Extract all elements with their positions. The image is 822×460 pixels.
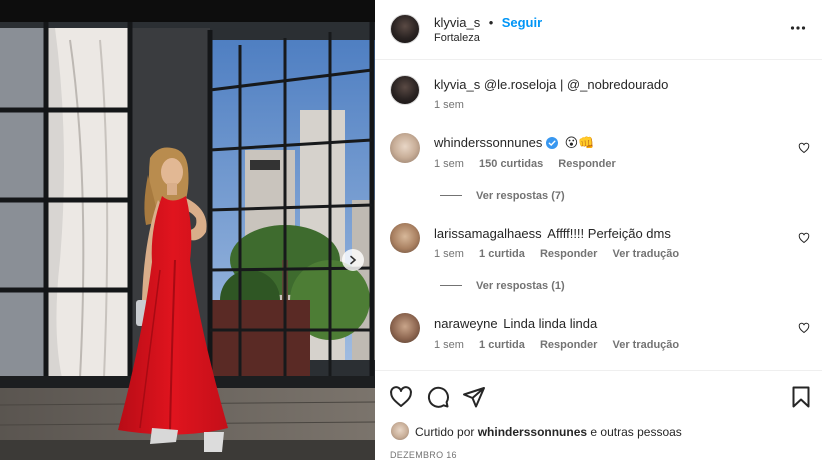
heart-icon[interactable] xyxy=(798,232,810,244)
more-icon[interactable] xyxy=(790,20,806,36)
post-date[interactable]: DEZEMBRO 16 xyxy=(390,450,457,460)
view-replies-button[interactable]: Ver respostas (7) xyxy=(440,190,565,202)
avatar[interactable] xyxy=(390,223,420,253)
caption-avatar[interactable] xyxy=(390,75,420,105)
comment-likes[interactable]: 1 curtida xyxy=(479,248,525,260)
reply-button[interactable]: Responder xyxy=(540,248,597,260)
avatar[interactable] xyxy=(390,313,420,343)
comment-time[interactable]: 1 sem xyxy=(434,339,464,351)
post-header: klyvia_s • Seguir Fortaleza xyxy=(375,0,822,60)
view-replies-button[interactable]: Ver respostas (1) xyxy=(440,280,565,292)
post-location[interactable]: Fortaleza xyxy=(434,32,480,44)
bookmark-icon[interactable] xyxy=(789,385,813,409)
chevron-right-icon xyxy=(350,255,357,265)
comment-likes[interactable]: 1 curtida xyxy=(479,339,525,351)
comment-text: Affff!!!! Perfeição dms xyxy=(547,226,671,241)
comment-username[interactable]: larissamagalhaess xyxy=(434,226,542,241)
reply-button[interactable]: Responder xyxy=(558,158,615,170)
caption-text[interactable]: @le.roseloja | @_nobredourado xyxy=(484,77,668,92)
caption: klyvia_s @le.roseloja | @_nobredourado xyxy=(434,77,668,92)
view-replies-label: Ver respostas (7) xyxy=(476,190,565,202)
post-photo xyxy=(0,0,375,460)
comment-username[interactable]: whinderssonnunes xyxy=(434,135,542,150)
avatar[interactable] xyxy=(390,14,420,44)
comment-text: 😮👊 xyxy=(564,135,595,150)
translate-button[interactable]: Ver tradução xyxy=(612,248,679,260)
comment-text: Linda linda linda xyxy=(503,316,598,331)
liker-avatar[interactable] xyxy=(391,422,409,440)
share-icon[interactable] xyxy=(462,385,486,409)
replies-divider xyxy=(440,195,462,196)
caption-username[interactable]: klyvia_s xyxy=(434,77,480,92)
liked-by: Curtido por whinderssonnunes e outras pe… xyxy=(415,425,682,439)
reply-button[interactable]: Responder xyxy=(540,339,597,351)
heart-icon[interactable] xyxy=(798,142,810,154)
carousel-next-button[interactable] xyxy=(342,249,364,271)
comment-icon[interactable] xyxy=(426,385,450,409)
liked-by-prefix: Curtido por xyxy=(415,425,475,439)
comment-time[interactable]: 1 sem xyxy=(434,158,464,170)
post-side-panel: klyvia_s • Seguir Fortaleza klyvia_s @le… xyxy=(375,0,822,460)
heart-icon[interactable] xyxy=(798,322,810,334)
caption-time[interactable]: 1 sem xyxy=(434,99,464,111)
header-separator: • xyxy=(488,15,494,30)
owner-username[interactable]: klyvia_s xyxy=(434,15,480,30)
liked-by-suffix[interactable]: e outras pessoas xyxy=(590,425,681,439)
verified-icon xyxy=(546,137,559,149)
liked-by-user[interactable]: whinderssonnunes xyxy=(478,425,587,439)
translate-button[interactable]: Ver tradução xyxy=(612,339,679,351)
photo-scene xyxy=(0,0,375,460)
comment-time[interactable]: 1 sem xyxy=(434,248,464,260)
replies-divider xyxy=(440,285,462,286)
avatar[interactable] xyxy=(390,133,420,163)
comment-username[interactable]: naraweyne xyxy=(434,316,498,331)
view-replies-label: Ver respostas (1) xyxy=(476,280,565,292)
post-actions: Curtido por whinderssonnunes e outras pe… xyxy=(375,370,822,460)
follow-button[interactable]: Seguir xyxy=(502,15,542,30)
heart-icon[interactable] xyxy=(389,385,413,409)
comment-likes[interactable]: 150 curtidas xyxy=(479,158,543,170)
